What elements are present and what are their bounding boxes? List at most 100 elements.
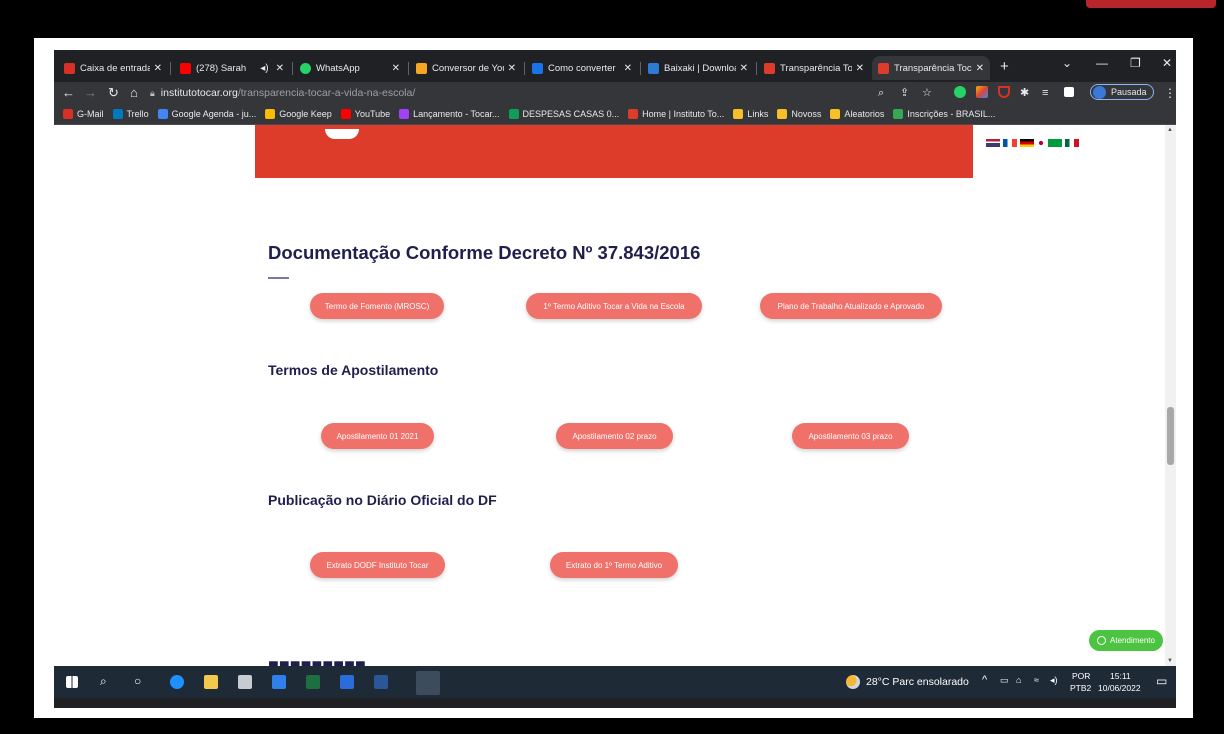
wifi-icon[interactable]: ≈	[1034, 675, 1039, 685]
flag-mx-icon[interactable]	[1065, 139, 1079, 147]
tab-baixaki[interactable]: Baixaki | Downloa ✕	[642, 56, 754, 80]
home-button[interactable]: ⌂	[130, 85, 138, 101]
search-icon[interactable]: ⌕	[100, 674, 107, 689]
calendar-app-icon[interactable]	[238, 675, 252, 689]
flag-en-icon[interactable]	[986, 139, 1000, 147]
tab-separator	[292, 62, 293, 75]
close-icon[interactable]: ✕	[392, 63, 400, 74]
scroll-up-icon[interactable]: ▲	[1167, 127, 1173, 133]
star-icon[interactable]: ☆	[922, 85, 932, 101]
network-icon[interactable]: ⌂	[1016, 675, 1021, 685]
clock-date[interactable]: 10/06/2022	[1098, 683, 1141, 694]
weather-icon[interactable]	[846, 675, 860, 689]
flag-br-icon[interactable]	[1048, 139, 1062, 147]
extrato-dodf-button[interactable]: Extrato DODF Instituto Tocar	[310, 552, 445, 578]
bookmark-folder-links[interactable]: Links	[733, 109, 768, 119]
close-icon[interactable]: ✕	[154, 63, 162, 74]
web-page: Documentação Conforme Decreto Nº 37.843/…	[54, 125, 1176, 666]
tab-search-icon[interactable]: ⌄	[1062, 56, 1072, 70]
address-bar[interactable]: 🔒︎ institutotocar.org/transparencia-toca…	[150, 84, 908, 102]
forward-button[interactable]: →	[84, 85, 97, 101]
extrato-aditivo-button[interactable]: Extrato do 1º Termo Aditivo	[550, 552, 678, 578]
tab-conversor[interactable]: Conversor de You ✕	[410, 56, 522, 80]
new-tab-button[interactable]: +	[1000, 58, 1009, 75]
edge-icon[interactable]	[170, 675, 184, 689]
apostilamento-01-button[interactable]: Apostilamento 01 2021	[321, 423, 434, 449]
extension-icon[interactable]	[976, 86, 988, 98]
flag-de-icon[interactable]	[1020, 139, 1034, 147]
close-icon[interactable]: ✕	[976, 63, 984, 74]
flag-fr-icon[interactable]	[1003, 139, 1017, 147]
zoom-icon[interactable]: ⌕	[878, 85, 884, 101]
close-icon[interactable]: ✕	[276, 63, 284, 74]
scrollbar-thumb[interactable]	[1167, 407, 1174, 465]
keep-icon	[265, 109, 276, 119]
minimize-button[interactable]: —	[1096, 56, 1108, 70]
apostilamento-02-button[interactable]: Apostilamento 02 prazo	[556, 423, 673, 449]
chrome-taskbar-icon[interactable]	[416, 671, 440, 695]
keyboard-layout[interactable]: PTB2	[1070, 683, 1091, 694]
tab-como-converter[interactable]: Como converter ✕	[526, 56, 638, 80]
bookmark-inscricoes[interactable]: Inscrições - BRASIL...	[893, 109, 995, 119]
gmail-icon	[63, 109, 73, 119]
reading-list-icon[interactable]: ≡	[1042, 85, 1048, 101]
weather-text[interactable]: 28°C Parc ensolarado	[866, 676, 969, 688]
notification-icon[interactable]: ▭	[1156, 674, 1167, 688]
mail-icon[interactable]	[272, 675, 286, 689]
whatsapp-atendimento-button[interactable]: Atendimento	[1089, 630, 1163, 651]
scroll-down-icon[interactable]: ▼	[1167, 658, 1173, 664]
language-indicator[interactable]: POR	[1072, 671, 1090, 682]
bookmark-youtube[interactable]: YouTube	[340, 109, 390, 119]
flag-jp-icon[interactable]	[1037, 139, 1045, 147]
bookmark-home-instituto[interactable]: Home | Instituto To...	[628, 109, 724, 119]
close-icon[interactable]: ✕	[508, 63, 516, 74]
bookmark-despesas[interactable]: DESPESAS CASAS 0...	[508, 109, 619, 119]
word-icon[interactable]	[374, 675, 388, 689]
page-scrollbar[interactable]: ▲ ▼	[1165, 125, 1176, 666]
excel-icon[interactable]	[306, 675, 320, 689]
close-icon[interactable]: ✕	[856, 63, 864, 74]
bookmark-google-agenda[interactable]: Google Agenda - ju...	[157, 109, 256, 119]
bookmark-google-keep[interactable]: Google Keep	[265, 109, 332, 119]
menu-icon[interactable]: ⋮	[1164, 85, 1176, 101]
tab-transparencia-active[interactable]: Transparência Toc ✕	[872, 56, 990, 80]
tab-whatsapp[interactable]: WhatsApp ✕	[294, 56, 406, 80]
restore-button[interactable]: ❐	[1130, 56, 1141, 70]
back-button[interactable]: ←	[62, 85, 75, 101]
bookmark-lancamento[interactable]: Lançamento - Tocar...	[399, 109, 500, 119]
plano-trabalho-button[interactable]: Plano de Trabalho Atualizado e Aprovado	[760, 293, 942, 319]
profile-button[interactable]: Pausada	[1090, 84, 1154, 100]
tab-youtube[interactable]: (278) Sarah ◂) ✕	[174, 56, 290, 80]
file-explorer-icon[interactable]	[204, 675, 218, 689]
tab-gmail[interactable]: Caixa de entrada ✕	[58, 56, 168, 80]
clock-time[interactable]: 15:11	[1110, 671, 1131, 682]
apostilamento-03-button[interactable]: Apostilamento 03 prazo	[792, 423, 909, 449]
sheets-icon	[508, 109, 519, 119]
tab-transparencia-1[interactable]: Transparência Toc ✕	[758, 56, 870, 80]
baixaki-icon	[648, 62, 659, 74]
cortana-icon[interactable]: ○	[134, 674, 141, 688]
bookmark-trello[interactable]: Trello	[112, 109, 149, 119]
sidepanel-icon[interactable]	[1064, 87, 1074, 97]
bookmark-folder-aleatorios[interactable]: Aleatorios	[830, 109, 884, 119]
mute-icon[interactable]: ◂)	[260, 63, 268, 74]
battery-icon[interactable]: ▭	[1000, 675, 1009, 686]
chevron-up-icon[interactable]: ^	[982, 674, 987, 686]
reload-button[interactable]: ↻	[108, 85, 119, 101]
share-icon[interactable]: ⇪	[900, 85, 909, 101]
volume-icon[interactable]: ◂)	[1050, 675, 1058, 686]
tocar-icon	[764, 62, 775, 74]
bookmark-folder-novoss[interactable]: Novoss	[777, 109, 821, 119]
termo-fomento-button[interactable]: Termo de Fomento (MROSC)	[310, 293, 444, 319]
puzzle-icon[interactable]: ✱	[1020, 85, 1029, 101]
gmail-icon	[64, 62, 75, 74]
app-icon[interactable]	[340, 675, 354, 689]
windows-start-icon[interactable]	[66, 676, 78, 688]
shield-icon[interactable]	[998, 86, 1010, 98]
close-window-button[interactable]: ✕	[1162, 56, 1172, 70]
whatsapp-extension-icon[interactable]	[954, 86, 966, 98]
termo-aditivo-button[interactable]: 1º Termo Aditivo Tocar a Vida na Escola	[526, 293, 702, 319]
bookmark-gmail[interactable]: G-Mail	[63, 109, 104, 119]
close-icon[interactable]: ✕	[740, 63, 748, 74]
close-icon[interactable]: ✕	[624, 63, 632, 74]
